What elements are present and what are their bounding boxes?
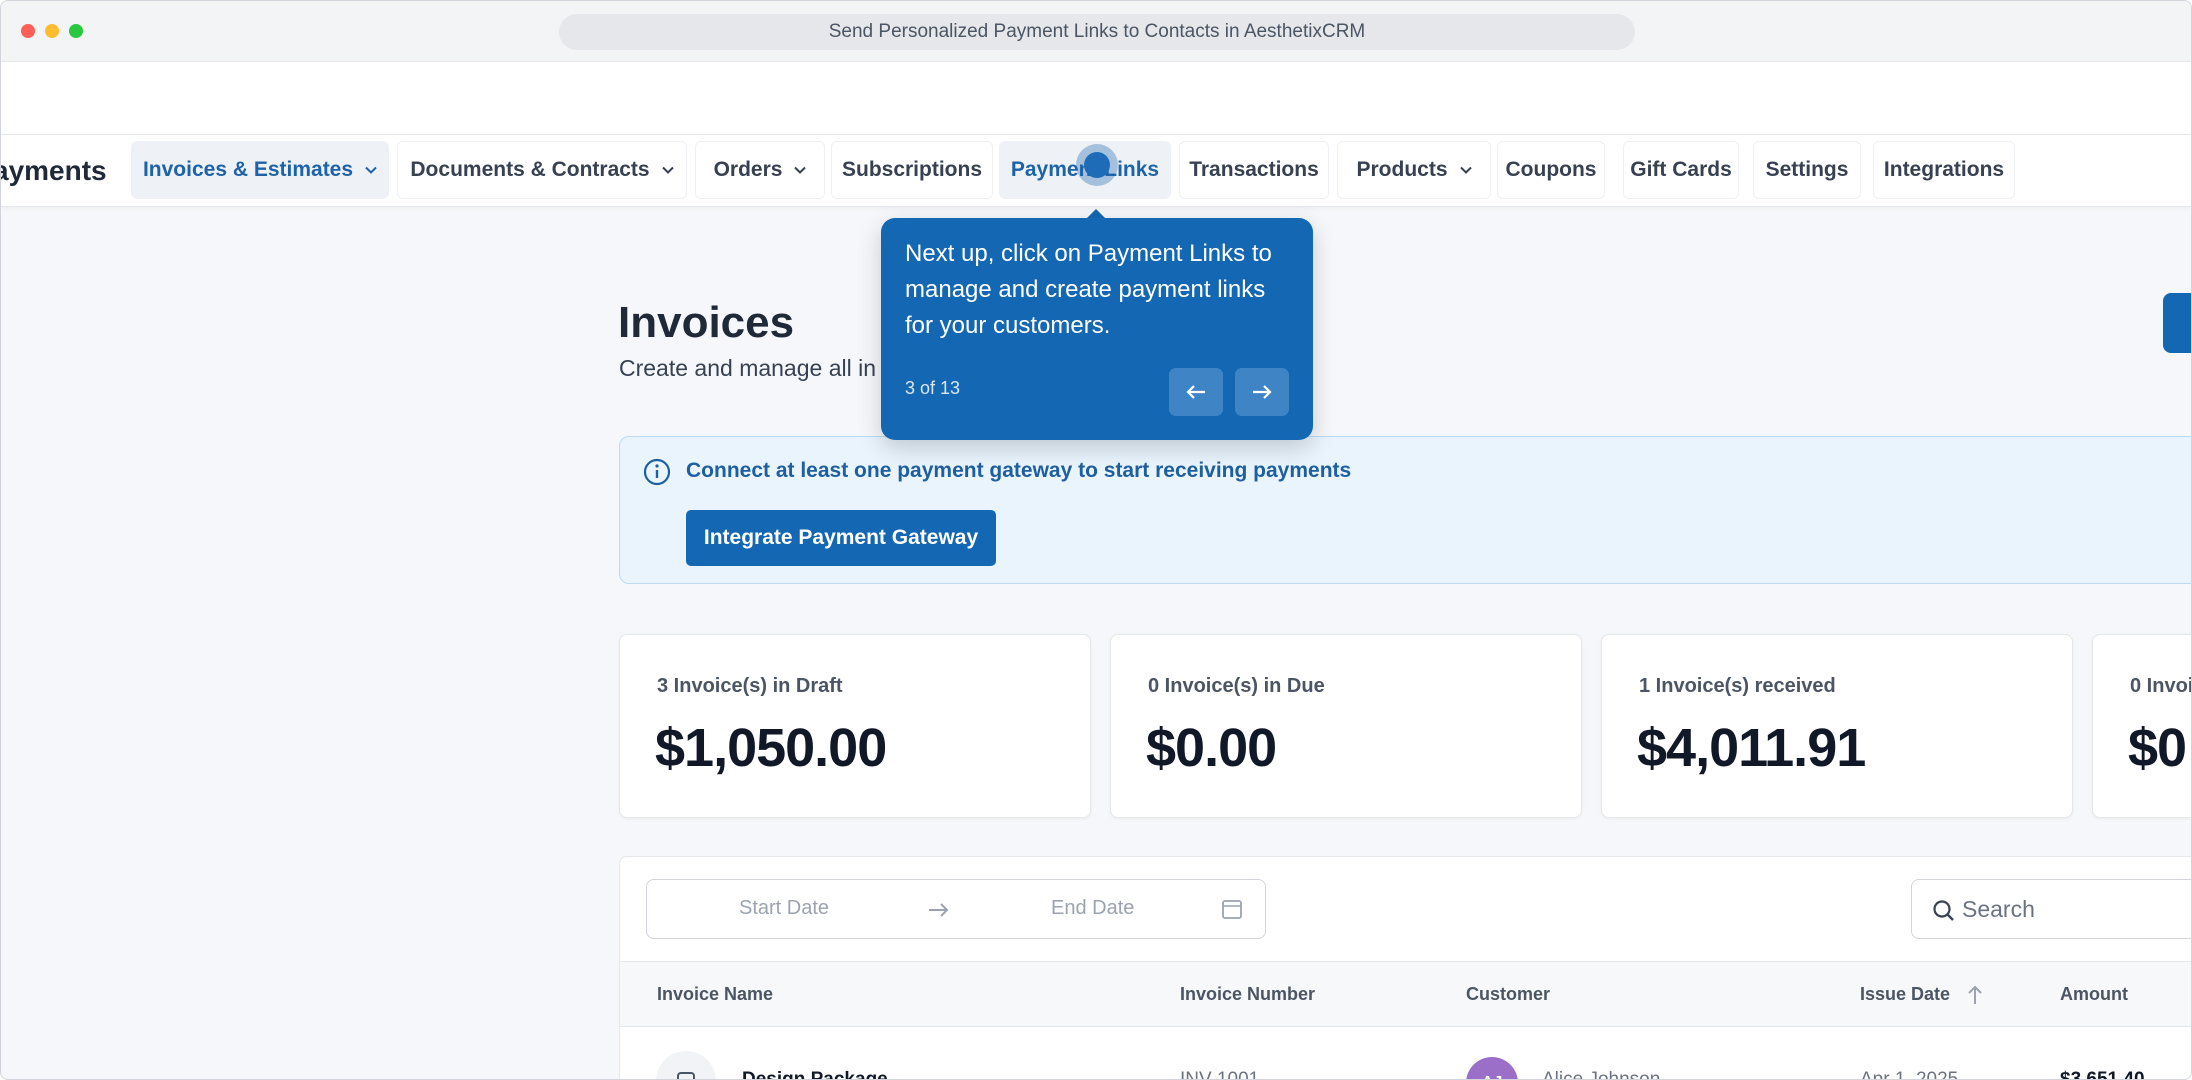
issue-date-cell: Apr 1, 2025 [1860,1069,1959,1080]
tab-invoices-estimates[interactable]: Invoices & Estimates [131,141,389,199]
tab-transactions[interactable]: Transactions [1179,141,1329,199]
search-icon [1933,900,1954,921]
stat-label: 3 Invoice(s) in Draft [657,675,843,697]
date-range-picker[interactable]: Start Date End Date [646,879,1266,939]
chevron-down-icon [661,166,674,174]
tab-subscriptions[interactable]: Subscriptions [831,141,993,199]
document-icon [677,1072,695,1079]
arrow-right-icon [1253,385,1272,399]
stat-value: $1,050.00 [655,718,887,778]
chevron-down-icon [1459,166,1472,174]
tab-label: Orders [713,158,783,181]
stat-label: 1 Invoice(s) received [1639,675,1836,697]
invoices-table-card: Start Date End Date Search Invoice Name … [619,856,2191,1080]
tab-orders[interactable]: Orders [695,141,825,199]
close-window-icon[interactable] [21,24,35,38]
section-title: ayments [0,155,107,186]
customer-cell: Alice Johnson [1542,1069,1661,1080]
tab-products[interactable]: Products [1337,141,1491,199]
walkthrough-tooltip: Next up, click on Payment Links to manag… [881,218,1313,440]
alert-message: Connect at least one payment gateway to … [686,459,1352,482]
tooltip-prev-button[interactable] [1169,368,1223,416]
info-icon [643,458,671,486]
hotspot-dot [1084,152,1110,178]
stat-label: 0 Invoice(s) in Due [1148,675,1325,697]
amount-cell: $3,651.40 [2060,1069,2145,1080]
tab-label: Settings [1765,158,1849,181]
stat-value: $4,011.91 [1637,718,1866,778]
chevron-down-icon [365,166,377,174]
stat-card-due: 0 Invoice(s) in Due $0.00 [1110,634,1582,818]
invoice-name-cell[interactable]: Design Package [742,1069,888,1079]
stat-value: $0 [2128,718,2187,778]
tab-label: Coupons [1505,158,1597,181]
stat-value: $0.00 [1146,718,1277,778]
integrate-payment-gateway-button[interactable]: Integrate Payment Gateway [686,510,996,566]
tooltip-text: Next up, click on Payment Links to manag… [905,240,1272,339]
stat-card-received: 1 Invoice(s) received $4,011.91 [1601,634,2073,818]
window-title: Send Personalized Payment Links to Conta… [559,14,1635,50]
title-bar: Send Personalized Payment Links to Conta… [1,1,2191,62]
column-amount[interactable]: Amount [2060,984,2128,1005]
column-issue-date[interactable]: Issue Date [1860,984,1950,1005]
tab-label: Subscriptions [841,158,983,181]
calendar-icon[interactable] [1221,898,1243,920]
arrow-right-icon [929,903,949,917]
tab-gift-cards[interactable]: Gift Cards [1623,141,1739,199]
tab-label: Products [1356,158,1448,181]
maximize-window-icon[interactable] [69,24,83,38]
table-header: Invoice Name Invoice Number Customer Iss… [620,961,2191,1027]
arrow-left-icon [1186,385,1205,399]
avatar: AJ [1466,1057,1518,1079]
browser-window: Send Personalized Payment Links to Conta… [0,0,2192,1080]
search-placeholder: Search [1962,896,2035,922]
tab-label: Gift Cards [1630,158,1732,181]
end-date-input[interactable]: End Date [1051,897,1134,920]
tab-documents-contracts[interactable]: Documents & Contracts [397,141,687,199]
minimize-window-icon[interactable] [45,24,59,38]
invoice-number-cell: INV-1001 [1180,1069,1260,1080]
tab-integrations[interactable]: Integrations [1873,141,2015,199]
tab-settings[interactable]: Settings [1753,141,1861,199]
tab-label: Integrations [1883,158,2005,181]
column-customer[interactable]: Customer [1466,984,1550,1005]
page-subtitle: Create and manage all in [619,355,876,381]
tooltip-next-button[interactable] [1235,368,1289,416]
chevron-down-icon [794,166,807,174]
start-date-input[interactable]: Start Date [739,897,829,920]
tab-label: Transactions [1189,158,1319,181]
sort-ascending-icon[interactable] [1966,984,1984,1006]
tab-coupons[interactable]: Coupons [1497,141,1605,199]
search-input[interactable]: Search [1911,879,2191,939]
column-invoice-number[interactable]: Invoice Number [1180,984,1315,1005]
stat-label: 0 Invoi [2130,675,2192,697]
tab-label: Invoices & Estimates [142,158,354,181]
stat-card-fourth: 0 Invoi $0 [2092,634,2192,818]
tab-label: Documents & Contracts [410,158,650,181]
stat-card-draft: 3 Invoice(s) in Draft $1,050.00 [619,634,1091,818]
invoice-icon [656,1051,716,1079]
create-invoice-button[interactable] [2163,293,2191,353]
walkthrough-hotspot[interactable] [1076,144,1118,186]
tooltip-step-counter: 3 of 13 [905,378,961,398]
page-title: Invoices [618,298,795,347]
payment-gateway-alert: Connect at least one payment gateway to … [619,436,2191,584]
column-invoice-name[interactable]: Invoice Name [657,984,773,1005]
app-header [1,62,2191,135]
